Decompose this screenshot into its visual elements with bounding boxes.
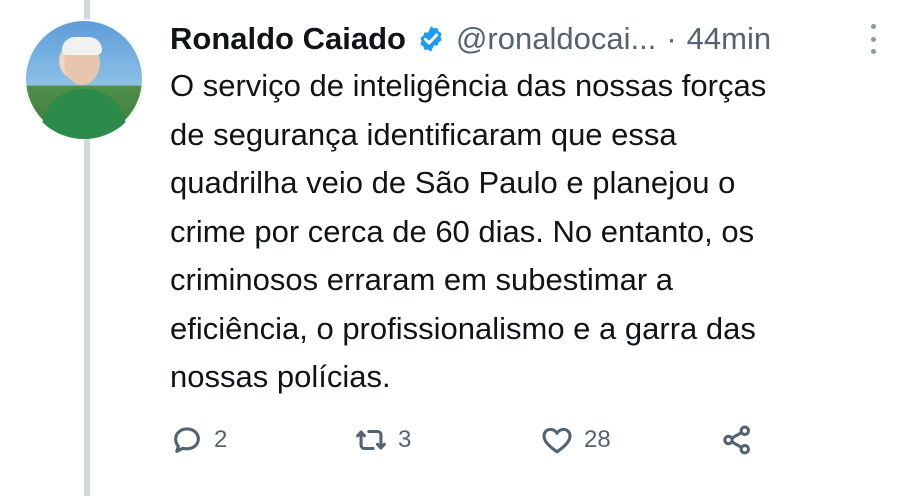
heart-icon	[542, 427, 572, 454]
more-dot	[870, 49, 876, 54]
tweet-actions: 2 3 28	[170, 418, 770, 462]
reply-count: 2	[214, 426, 228, 453]
retweet-button[interactable]: 3	[354, 418, 411, 462]
avatar-hair	[62, 37, 102, 55]
like-count: 28	[584, 426, 611, 453]
avatar-shirt	[42, 89, 126, 139]
author-handle[interactable]: @ronaldocai...	[456, 21, 656, 57]
more-dot	[870, 24, 876, 29]
reply-icon	[174, 427, 200, 453]
verified-badge-icon	[416, 24, 446, 54]
avatar[interactable]	[24, 19, 144, 139]
tweet-time[interactable]: 44min	[687, 21, 771, 57]
author-name[interactable]: Ronaldo Caiado	[170, 21, 406, 57]
separator-dot: ·	[666, 21, 677, 56]
more-dot	[870, 36, 876, 42]
tweet-header: Ronaldo Caiado @ronaldocai... · 44min	[170, 18, 880, 60]
share-icon	[723, 425, 751, 455]
more-options-icon[interactable]	[866, 24, 880, 54]
tweet-text: O serviço de inteligência das nossas for…	[170, 68, 767, 394]
retweet-count: 3	[398, 426, 412, 453]
retweet-icon	[356, 429, 386, 451]
share-button[interactable]	[720, 418, 754, 462]
like-button[interactable]: 28	[540, 418, 611, 462]
reply-button[interactable]: 2	[170, 418, 227, 462]
